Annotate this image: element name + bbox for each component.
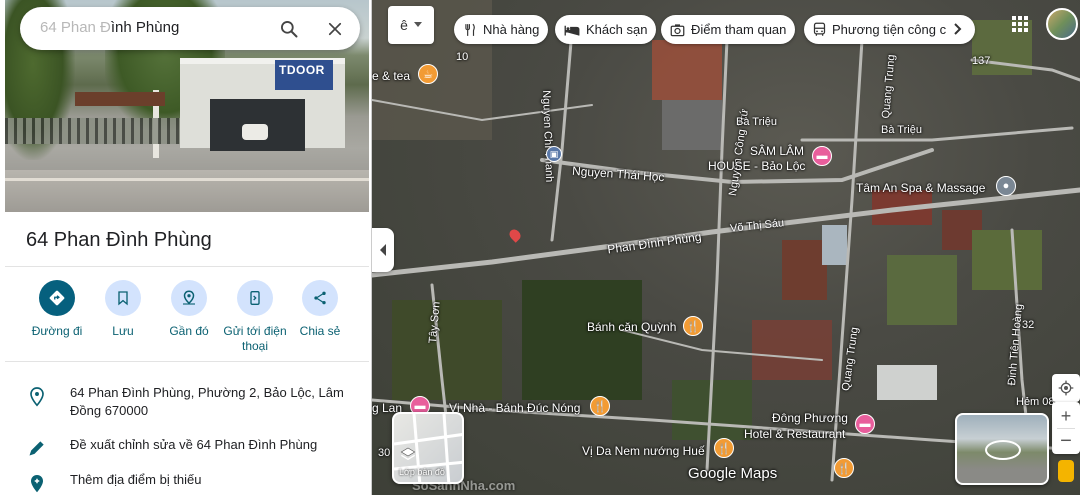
spa-poi-icon[interactable]: ● [996, 176, 1016, 196]
poi-label-tam-an[interactable]: Tâm An Spa & Massage [856, 181, 985, 195]
hotel-poi-icon[interactable]: ▬ [855, 414, 875, 434]
chip-label: Phương tiện công c [832, 22, 947, 37]
send-to-phone-label: Gửi tới điện thoại [223, 324, 287, 353]
poi-label-tea[interactable]: e & tea [372, 69, 410, 83]
crosshair-icon [1058, 380, 1074, 396]
search-icon[interactable] [276, 16, 302, 42]
chevron-down-icon [413, 22, 422, 27]
nearby-label: Gần đó [169, 324, 209, 338]
suggest-edit-text: Đề xuất chỉnh sửa về 64 Phan Đình Phùng [70, 437, 318, 452]
google-maps-logo: Google Maps [688, 465, 778, 482]
nearby-icon [183, 290, 195, 305]
divider [5, 266, 369, 267]
chip-label: Điểm tham quan [691, 22, 787, 37]
restaurant-poi-icon[interactable]: 🍴 [683, 316, 703, 336]
apps-grid-icon[interactable] [1012, 16, 1028, 32]
place-panel: TDOOR 64 Phan Đình Phùng 64 Phan Đình Ph… [0, 0, 372, 495]
location-pin-icon [30, 387, 44, 407]
chevron-right-icon[interactable] [947, 18, 969, 40]
zoom-in-button[interactable]: + [1061, 404, 1072, 428]
share-icon [314, 291, 326, 305]
search-input[interactable]: 64 Phan Đình Phùng [40, 19, 179, 36]
photo-road [5, 170, 369, 212]
address-row[interactable]: 64 Phan Đình Phùng, Phường 2, Bảo Lộc, L… [22, 384, 345, 420]
hotel-poi-icon[interactable]: ▬ [812, 146, 832, 166]
collapse-panel-button[interactable] [372, 228, 394, 272]
bus-stop-icon[interactable]: ▣ [546, 146, 562, 162]
pegman-icon[interactable] [1058, 460, 1074, 482]
street-view-thumbnail[interactable] [955, 413, 1049, 485]
save-label: Lưu [112, 324, 134, 338]
chip-label: Khách sạn [586, 22, 648, 37]
send-to-phone-icon [250, 291, 260, 305]
zoom-out-button[interactable]: − [1060, 429, 1072, 453]
chevron-left-icon [380, 244, 386, 256]
save-button[interactable]: Lưu [88, 280, 158, 339]
directions-icon [49, 290, 65, 306]
page-title: 64 Phan Đình Phùng [26, 229, 212, 251]
zoom-control[interactable]: + − [1052, 402, 1080, 454]
language-dropdown[interactable]: ê [388, 6, 434, 44]
photo-roof [75, 92, 165, 106]
camera-icon [670, 23, 685, 37]
search-box[interactable]: 64 Phan Đình Phùng [20, 7, 360, 50]
close-icon[interactable] [322, 16, 348, 42]
poi-label-banh-can[interactable]: Bánh căn Quỳnh [587, 320, 676, 334]
suggest-edit-row[interactable]: Đề xuất chỉnh sửa về 64 Phan Đình Phùng [22, 436, 317, 458]
directions-button[interactable]: Đường đi [22, 280, 92, 339]
layers-icon [400, 447, 416, 461]
add-missing-text: Thêm địa điểm bị thiếu [70, 472, 202, 487]
chip-restaurants[interactable]: Nhà hàng [454, 15, 549, 44]
add-location-icon [31, 475, 43, 493]
share-label: Chia sẻ [299, 324, 341, 338]
street-hem: Hẻm 08 [1016, 396, 1055, 408]
street-ba-trieu: Bà Triệu [881, 124, 922, 136]
road-number-label: 30 [378, 447, 391, 459]
poi-label-vi-nha[interactable]: Vị Nhà - Bánh Đúc Nóng [449, 401, 580, 415]
bus-icon [813, 22, 826, 37]
road-number-label: 10 [456, 51, 469, 63]
road-number-label: 137 [972, 55, 991, 67]
bed-icon [564, 23, 580, 37]
directions-label: Đường đi [31, 324, 83, 338]
road-number-label: 32 [1022, 319, 1035, 331]
bookmark-icon [118, 291, 128, 306]
my-location-button[interactable] [1052, 374, 1080, 402]
address-text: 64 Phan Đình Phùng, Phường 2, Bảo Lộc, L… [70, 385, 344, 418]
layers-button[interactable]: Lớp bản đồ [392, 412, 464, 484]
send-to-phone-button[interactable]: Gửi tới điện thoại [220, 280, 290, 354]
nearby-button[interactable]: Gần đó [154, 280, 224, 339]
restaurant-poi-icon[interactable]: 🍴 [834, 458, 854, 478]
add-missing-place-row[interactable]: Thêm địa điểm bị thiếu [22, 471, 202, 495]
photo-shop-sign: TDOOR [275, 60, 333, 90]
avatar[interactable] [1046, 8, 1078, 40]
chip-hotels[interactable]: Khách sạn [555, 15, 657, 44]
layers-label: Lớp bản đồ [399, 467, 445, 477]
photo-car [242, 124, 268, 140]
street-view-360-icon [985, 440, 1021, 460]
satellite-map[interactable]: 10 137 Nguyen Thái Học Phan Đình Phùng V… [372, 0, 1080, 495]
pencil-icon [29, 441, 44, 456]
street-ba-trieu: Bà Triệu [736, 116, 777, 128]
divider [5, 361, 369, 362]
input-tool-icon: ê [400, 17, 408, 33]
poi-label-dong-phuong-hotel[interactable]: Hotel & Restaurant [744, 427, 845, 441]
restaurant-poi-icon[interactable]: 🍴 [590, 396, 610, 416]
restaurant-poi-icon[interactable]: ☕ [418, 64, 438, 84]
poi-label-dong-phuong[interactable]: Đông Phương [772, 411, 848, 425]
chip-attractions[interactable]: Điểm tham quan [661, 15, 796, 44]
chip-transit[interactable]: Phương tiện công c [804, 15, 975, 44]
fork-knife-icon [463, 23, 477, 37]
poi-label-vi-da-nem[interactable]: Vị Da Nem nướng Huế [582, 444, 705, 458]
poi-label-house[interactable]: HOUSE - Bảo Lộc [708, 159, 805, 173]
restaurant-poi-icon[interactable]: 🍴 [714, 438, 734, 458]
chip-label: Nhà hàng [483, 22, 540, 37]
photo-fence [5, 118, 180, 144]
poi-label-sam-lam[interactable]: SÂM LÂM [750, 144, 804, 158]
share-button[interactable]: Chia sẻ [285, 280, 355, 339]
